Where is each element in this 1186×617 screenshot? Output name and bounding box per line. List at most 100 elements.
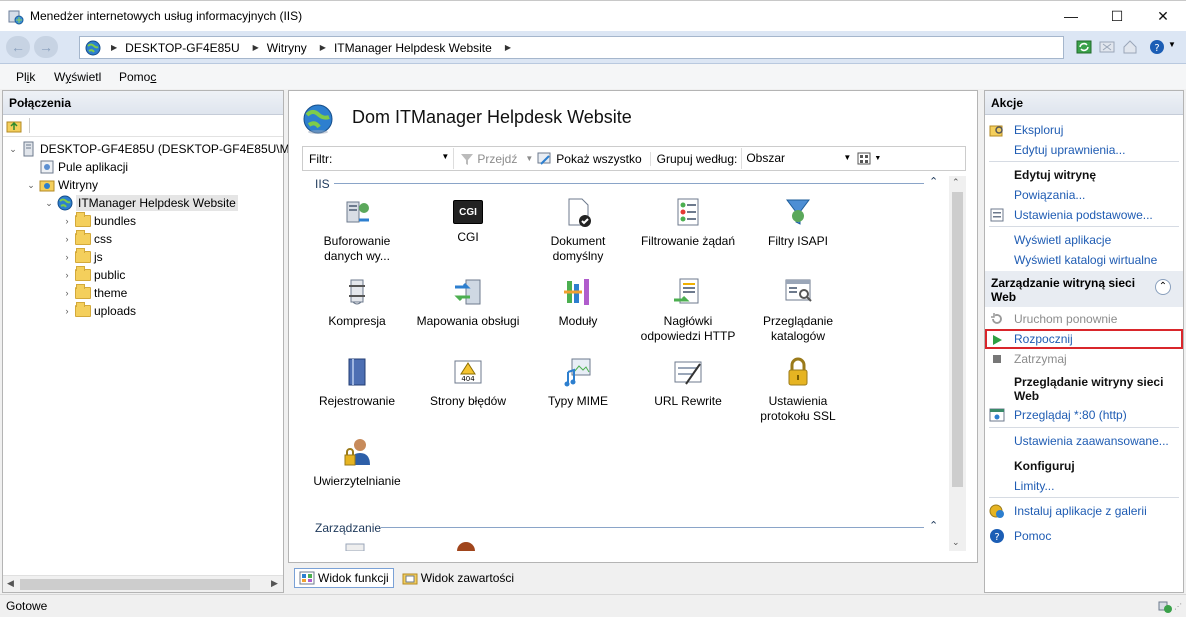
tree-item-sites[interactable]: ⌄ Witryny <box>25 176 98 194</box>
tree-item-folder[interactable]: › css <box>61 230 112 248</box>
iis-manager-icon <box>8 10 24 25</box>
connections-horizontal-scrollbar[interactable]: ◀ ▶ <box>3 575 283 592</box>
filter-input[interactable]: ▼ <box>336 148 455 169</box>
menu-file[interactable]: Plik <box>16 70 35 84</box>
help-dropdown-icon[interactable]: ▼ <box>1168 40 1176 49</box>
close-button[interactable]: ✕ <box>1140 1 1186 31</box>
action-view-applications[interactable]: Wyświetl aplikacje <box>985 231 1183 249</box>
action-stop[interactable]: Zatrzymaj <box>985 350 1183 368</box>
chevron-down-icon[interactable]: ▼ <box>441 152 449 161</box>
action-view-virtual-directories[interactable]: Wyświetl katalogi wirtualne <box>985 251 1183 269</box>
tree-item-folder[interactable]: › js <box>61 248 103 266</box>
section-header-iis: IIS <box>315 177 330 191</box>
tree-item-folder[interactable]: › public <box>61 266 125 284</box>
server-icon <box>23 141 34 157</box>
scroll-left-icon[interactable]: ◀ <box>7 578 14 589</box>
tree-item-folder[interactable]: › theme <box>61 284 127 302</box>
feature-isapi-filters[interactable]: Filtry ISAPI <box>743 196 853 249</box>
collapse-icon[interactable]: ⌄ <box>25 180 37 191</box>
feature-ssl-settings[interactable]: Ustawienia protokołu SSL <box>743 356 853 424</box>
action-help[interactable]: ? Pomoc <box>985 527 1183 545</box>
collapse-icon[interactable]: ⌄ <box>43 198 55 209</box>
chevron-down-icon[interactable]: ▼ <box>874 155 881 162</box>
feature-logging[interactable]: Rejestrowanie <box>302 356 412 409</box>
feature-http-response-headers[interactable]: Nagłówki odpowiedzi HTTP <box>633 276 743 344</box>
tree-item-folder[interactable]: › bundles <box>61 212 136 230</box>
maximize-button[interactable]: ☐ <box>1094 1 1140 31</box>
tree-item-server[interactable]: ⌄ DESKTOP-GF4E85U (DESKTOP-GF4E85U\Miko <box>7 140 305 158</box>
breadcrumb-sites[interactable]: Witryny <box>267 41 307 55</box>
action-install-gallery-app[interactable]: Instaluj aplikacje z galerii <box>985 502 1183 520</box>
resize-grip-icon[interactable]: ⋰ <box>1174 602 1182 611</box>
expand-icon[interactable]: › <box>61 216 73 226</box>
group-by-select[interactable]: Obszar ▼ <box>741 148 855 169</box>
action-edit-permissions[interactable]: Edytuj uprawnienia... <box>985 141 1183 159</box>
stop-icon[interactable] <box>1099 39 1115 55</box>
feature-request-filtering[interactable]: Filtrowanie żądań <box>633 196 743 249</box>
view-mode-icon[interactable] <box>857 152 873 166</box>
expand-icon[interactable]: › <box>61 288 73 298</box>
go-button[interactable]: Przejdź <box>477 152 517 166</box>
scroll-right-icon[interactable]: ▶ <box>271 578 278 589</box>
feature-directory-browsing[interactable]: Przeglądanie katalogów <box>743 276 853 344</box>
group-configure: Konfiguruj <box>1014 459 1075 473</box>
action-basic-settings[interactable]: Ustawienia podstawowe... <box>985 206 1183 224</box>
chevron-down-icon[interactable]: ▼ <box>843 153 851 162</box>
help-icon[interactable]: ? <box>1149 39 1165 55</box>
scroll-down-icon[interactable]: ⌄ <box>952 537 960 548</box>
action-browse-80[interactable]: Przeglądaj *:80 (http) <box>985 406 1183 424</box>
feature-mime-types[interactable]: Typy MIME <box>523 356 633 409</box>
menu-help[interactable]: Pomoc <box>119 70 156 84</box>
breadcrumb-server[interactable]: DESKTOP-GF4E85U <box>125 41 239 55</box>
feature-output-caching[interactable]: Buforowanie danych wy... <box>302 196 412 264</box>
tree-item-site[interactable]: ⌄ ITManager Helpdesk Website <box>43 194 238 212</box>
breadcrumb-arrow-icon: ▶ <box>504 43 511 52</box>
collapse-section-icon[interactable]: ⌃ <box>929 175 938 188</box>
lock-icon <box>788 357 808 386</box>
feature-error-pages[interactable]: 404 Strony błędów <box>413 356 523 409</box>
home-icon[interactable] <box>1122 39 1138 55</box>
scrollbar-thumb[interactable] <box>952 192 963 487</box>
feature-cgi[interactable]: CGI CGI <box>413 196 523 245</box>
connect-icon[interactable] <box>6 118 22 134</box>
tree-item-folder[interactable]: › uploads <box>61 302 136 320</box>
help-icon: ? <box>990 529 1004 543</box>
filter-label: Filtr: <box>309 151 333 166</box>
expand-icon[interactable]: › <box>61 252 73 262</box>
menu-view[interactable]: Wyświetl <box>54 70 101 84</box>
expand-icon[interactable]: › <box>61 306 73 316</box>
feature-url-rewrite[interactable]: URL Rewrite <box>633 356 743 409</box>
forward-button[interactable]: → <box>34 36 58 58</box>
configuration-editor-icon[interactable] <box>345 543 365 551</box>
collapse-section-icon[interactable]: ⌃ <box>929 519 938 532</box>
scrollbar-thumb[interactable] <box>20 579 250 590</box>
action-restart[interactable]: Uruchom ponownie <box>985 310 1183 328</box>
action-explore[interactable]: Eksploruj <box>985 121 1183 139</box>
feature-default-document[interactable]: Dokument domyślny <box>523 196 633 264</box>
refresh-icon[interactable] <box>1076 39 1092 55</box>
breadcrumb-site[interactable]: ITManager Helpdesk Website <box>334 41 492 55</box>
tab-content-view[interactable]: Widok zawartości <box>398 569 518 587</box>
feature-authentication[interactable]: Uwierzytelnianie <box>302 436 412 489</box>
action-advanced-settings[interactable]: Ustawienia zaawansowane... <box>985 432 1183 450</box>
show-all-button[interactable]: Pokaż wszystko <box>556 151 651 166</box>
expand-icon[interactable]: › <box>61 270 73 280</box>
feature-modules[interactable]: Moduły <box>523 276 633 329</box>
action-bindings[interactable]: Powiązania... <box>985 186 1183 204</box>
action-limits[interactable]: Limity... <box>985 477 1183 495</box>
collapse-group-icon[interactable]: ⌃ <box>1155 279 1171 295</box>
feature-handler-mappings[interactable]: Mapowania obsługi <box>413 276 523 329</box>
network-status-icon <box>1158 601 1172 613</box>
expand-icon[interactable]: › <box>61 234 73 244</box>
features-vertical-scrollbar[interactable]: ⌃ ⌄ <box>949 176 966 551</box>
feature-delegation-icon[interactable] <box>455 541 477 551</box>
tab-features-view[interactable]: Widok funkcji <box>294 568 394 588</box>
feature-compression[interactable]: Kompresja <box>302 276 412 329</box>
back-button[interactable]: ← <box>6 36 30 58</box>
tree-item-app-pools[interactable]: Pule aplikacji <box>25 158 128 176</box>
scroll-up-icon[interactable]: ⌃ <box>952 177 960 188</box>
minimize-button[interactable]: — <box>1048 1 1094 31</box>
action-start[interactable]: Rozpocznij <box>985 329 1183 349</box>
collapse-icon[interactable]: ⌄ <box>7 144 19 155</box>
window-title: Menedżer internetowych usług informacyjn… <box>30 9 303 23</box>
